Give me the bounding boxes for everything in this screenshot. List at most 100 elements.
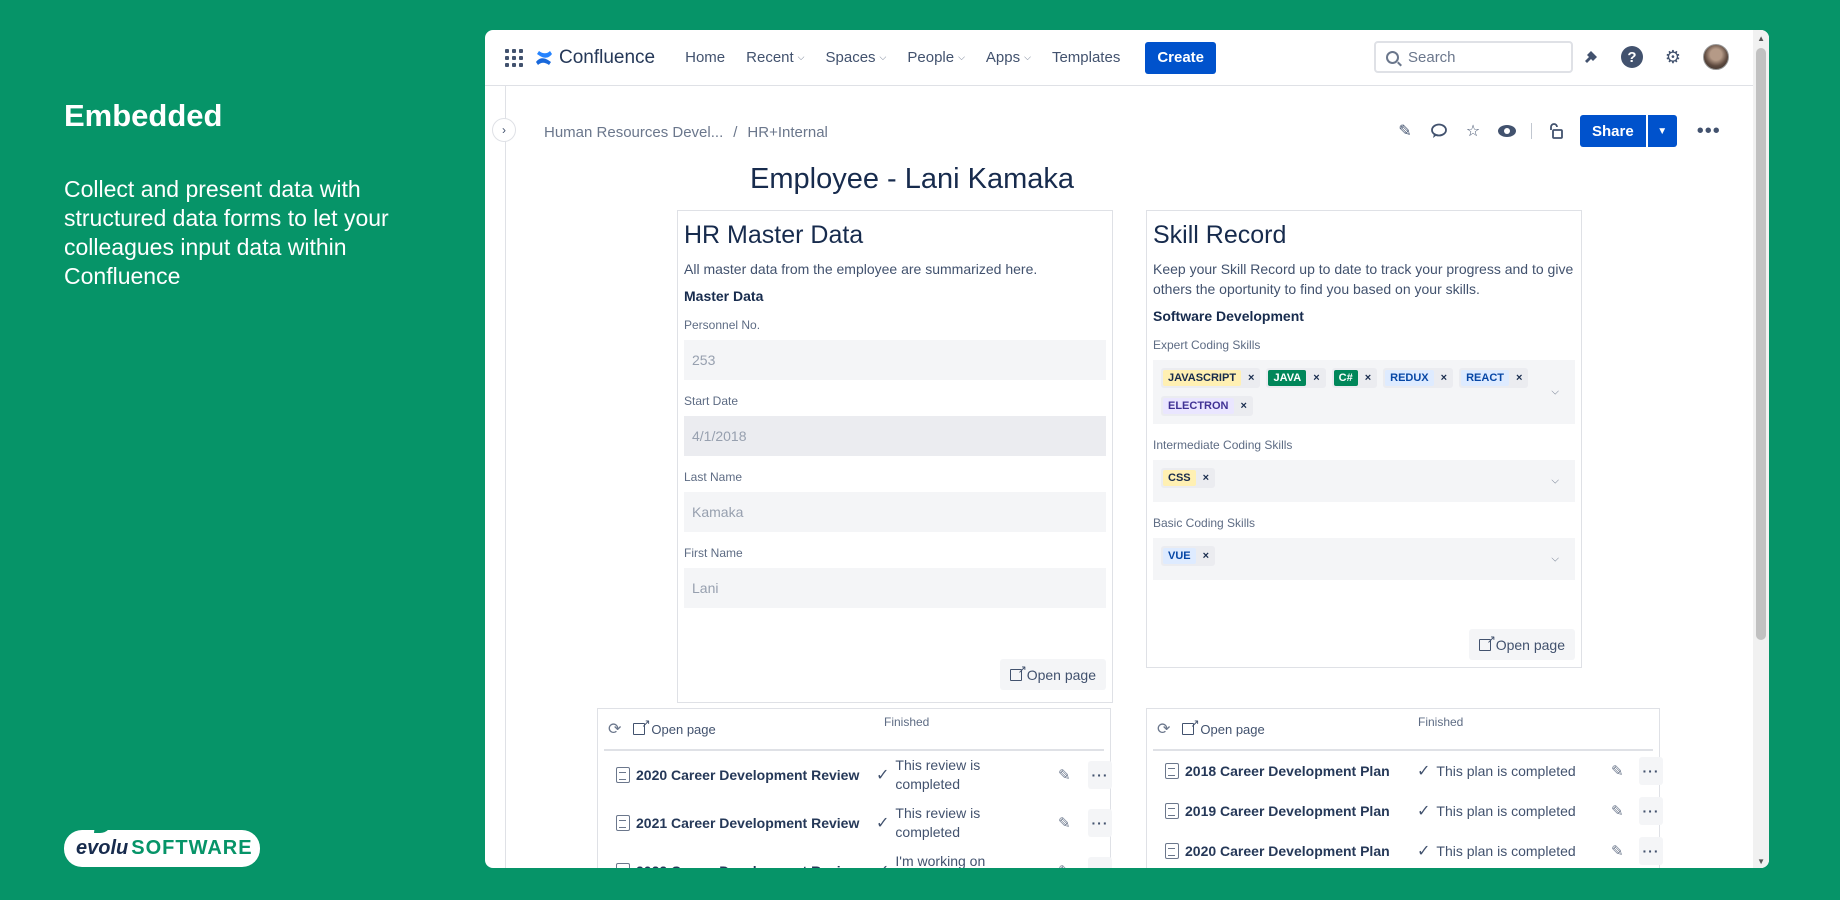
open-page-label: Open page bbox=[1026, 666, 1096, 683]
skill-tag-label: JAVASCRIPT bbox=[1163, 370, 1242, 386]
remove-tag-icon[interactable]: × bbox=[1241, 400, 1247, 412]
row-title-link[interactable]: 2020 Career Development Plan bbox=[1185, 843, 1390, 859]
open-page-label: Open page bbox=[1200, 721, 1265, 737]
breadcrumb-space[interactable]: Human Resources Devel... bbox=[544, 124, 723, 141]
row-more-button[interactable]: ··· bbox=[1639, 757, 1663, 785]
search-input[interactable]: Search bbox=[1374, 41, 1573, 73]
row-status: ✓ This review is completed bbox=[876, 756, 1006, 794]
skill-tag-select[interactable]: JAVASCRIPT × JAVA × C# × REDUX × REACT × ELECTRON ×… bbox=[1153, 360, 1575, 424]
row-title-link[interactable]: 2022 Career Development Review bbox=[636, 863, 859, 868]
chevron-down-icon: ⌵ bbox=[797, 52, 805, 62]
row-title-link[interactable]: 2021 Career Development Review bbox=[636, 815, 859, 831]
row-status-text: I'm working on this bbox=[895, 853, 986, 868]
row-more-button[interactable]: ··· bbox=[1639, 837, 1663, 865]
hr-open-page-button[interactable]: Open page bbox=[999, 659, 1106, 690]
nav-recent[interactable]: Recent ⌵ bbox=[746, 49, 804, 66]
nav-templates-label: Templates bbox=[1051, 49, 1121, 66]
scroll-down-icon[interactable]: ▼ bbox=[1757, 857, 1765, 866]
row-more-button[interactable]: ··· bbox=[1088, 761, 1112, 789]
row-more-button[interactable]: ··· bbox=[1639, 797, 1663, 825]
row-more-button[interactable]: ··· bbox=[1088, 809, 1112, 837]
row-status-text: This plan is completed bbox=[1436, 762, 1576, 779]
finished-column-header: Finished bbox=[884, 715, 930, 729]
evolu-logo: evolu SOFTWARE bbox=[64, 821, 260, 867]
edit-icon[interactable]: ✎ bbox=[1395, 121, 1415, 141]
personnel-no-field[interactable]: 253 bbox=[684, 340, 1106, 380]
skill-card-description: Keep your Skill Record up to date to tra… bbox=[1153, 261, 1574, 297]
row-more-button[interactable]: ··· bbox=[1088, 857, 1112, 868]
nav-home[interactable]: Home bbox=[685, 49, 725, 66]
confluence-logo-text: Confluence bbox=[559, 46, 656, 68]
refresh-icon[interactable]: ⟳ bbox=[1157, 719, 1170, 739]
edit-icon[interactable]: ✎ bbox=[1058, 862, 1071, 868]
table-row: 2019 Career Development Plan ✓ This plan i… bbox=[1153, 791, 1663, 831]
last-name-field[interactable]: Kamaka bbox=[684, 492, 1106, 532]
nav-people[interactable]: People ⌵ bbox=[907, 49, 965, 66]
remove-tag-icon[interactable]: × bbox=[1516, 372, 1522, 384]
nav-recent-label: Recent bbox=[746, 49, 794, 66]
confluence-logo[interactable]: Confluence bbox=[535, 47, 655, 69]
share-dropdown-button[interactable]: ▼ bbox=[1646, 115, 1677, 147]
refresh-icon[interactable]: ⟳ bbox=[608, 719, 621, 739]
page-icon bbox=[616, 767, 630, 783]
comment-icon[interactable] bbox=[1429, 121, 1449, 141]
settings-icon[interactable]: ⚙ bbox=[1661, 45, 1685, 69]
nav-apps[interactable]: Apps ⌵ bbox=[986, 49, 1031, 66]
create-button[interactable]: Create bbox=[1145, 41, 1217, 74]
chevron-down-icon[interactable]: ⌵ bbox=[1551, 476, 1559, 487]
row-title-link[interactable]: 2019 Career Development Plan bbox=[1185, 803, 1390, 819]
notifications-icon[interactable] bbox=[1579, 45, 1603, 69]
start-date-label: Start Date bbox=[684, 394, 739, 408]
nav-spaces-label: Spaces bbox=[825, 49, 876, 66]
chevron-down-icon[interactable]: ⌵ bbox=[1551, 387, 1559, 398]
leaf-icon bbox=[94, 821, 112, 833]
edit-icon[interactable]: ✎ bbox=[1611, 802, 1624, 820]
edit-icon[interactable]: ✎ bbox=[1058, 814, 1071, 832]
row-title-link[interactable]: 2018 Career Development Plan bbox=[1185, 763, 1390, 779]
reviews-open-page-link[interactable]: Open page bbox=[633, 717, 716, 737]
edit-icon[interactable]: ✎ bbox=[1611, 842, 1624, 860]
unlock-icon[interactable] bbox=[1546, 121, 1566, 141]
skill-group-label: Basic Coding Skills bbox=[1153, 516, 1256, 530]
remove-tag-icon[interactable]: × bbox=[1365, 372, 1371, 384]
watch-icon[interactable] bbox=[1497, 121, 1517, 141]
skill-card-title: Skill Record bbox=[1153, 221, 1287, 249]
skill-tag: CSS × bbox=[1161, 468, 1216, 488]
hr-card-description: All master data from the employee are su… bbox=[684, 261, 1038, 277]
table-row: 2020 Career Development Plan ✓ This plan i… bbox=[1153, 831, 1663, 868]
external-link-icon bbox=[633, 717, 650, 735]
breadcrumb-page[interactable]: HR+Internal bbox=[747, 124, 827, 141]
scrollbar-thumb[interactable] bbox=[1756, 48, 1766, 640]
avatar[interactable] bbox=[1703, 44, 1729, 70]
star-icon[interactable]: ☆ bbox=[1463, 121, 1483, 141]
more-actions-icon[interactable]: ••• bbox=[1697, 120, 1721, 143]
reviews-table-header: ⟳ Open page Finished bbox=[604, 709, 1104, 751]
skill-tag-select[interactable]: CSS × ⌵ bbox=[1153, 460, 1575, 502]
nav-templates[interactable]: Templates bbox=[1052, 49, 1120, 66]
edit-icon[interactable]: ✎ bbox=[1611, 762, 1624, 780]
breadcrumb-separator: / bbox=[733, 124, 738, 141]
start-date-field[interactable]: 4/1/2018 bbox=[684, 416, 1106, 456]
skill-tag: ELECTRON × bbox=[1161, 396, 1253, 416]
first-name-field[interactable]: Lani bbox=[684, 568, 1106, 608]
nav-spaces[interactable]: Spaces ⌵ bbox=[826, 49, 887, 66]
row-status: ✓ This review is completed bbox=[876, 804, 1006, 842]
skills-open-page-button[interactable]: Open page bbox=[1468, 629, 1575, 660]
skill-tag-select[interactable]: VUE × ⌵ bbox=[1153, 538, 1575, 580]
remove-tag-icon[interactable]: × bbox=[1313, 372, 1319, 384]
page-scrollbar[interactable]: ▲ ▼ bbox=[1753, 30, 1769, 868]
plans-open-page-link[interactable]: Open page bbox=[1182, 717, 1265, 737]
remove-tag-icon[interactable]: × bbox=[1248, 372, 1254, 384]
remove-tag-icon[interactable]: × bbox=[1203, 550, 1209, 562]
expand-sidebar-button[interactable]: › bbox=[492, 118, 516, 142]
share-button[interactable]: Share bbox=[1580, 115, 1646, 147]
remove-tag-icon[interactable]: × bbox=[1203, 472, 1209, 484]
row-title-link[interactable]: 2020 Career Development Review bbox=[636, 767, 859, 783]
chevron-down-icon[interactable]: ⌵ bbox=[1551, 554, 1559, 565]
app-switcher-icon[interactable] bbox=[505, 48, 523, 67]
chevron-down-icon: ⌵ bbox=[958, 52, 965, 62]
remove-tag-icon[interactable]: × bbox=[1441, 372, 1447, 384]
help-icon[interactable]: ? bbox=[1621, 46, 1643, 68]
scroll-up-icon[interactable]: ▲ bbox=[1757, 34, 1765, 43]
edit-icon[interactable]: ✎ bbox=[1058, 766, 1071, 784]
